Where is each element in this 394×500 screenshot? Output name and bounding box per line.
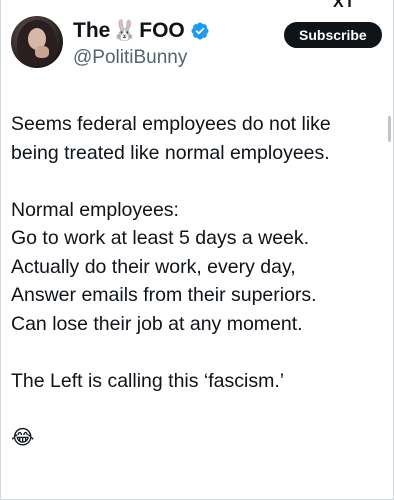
tweet-line: being treated like normal employees. [11,141,330,164]
tweet-line: Answer emails from their superiors. [11,284,317,306]
avatar[interactable] [11,16,63,68]
display-name-suffix: FOO [139,19,185,42]
tweet-line: The Left is calling this ‘fascism.’ [11,369,285,392]
author-names: The 🐰 FOO @PolitiBunny [73,19,210,69]
laughing-crying-emoji-icon: 😂 [11,426,35,449]
tweet-line: Can lose their job at any moment. [11,312,303,335]
bunny-emoji-icon: 🐰 [112,20,138,42]
avatar-hand [35,46,49,58]
scrollbar[interactable] [388,116,391,142]
tweet-text: Seems federal employees do not like bein… [11,110,387,452]
subscribe-button[interactable]: Subscribe [284,22,382,48]
tweet-header: The 🐰 FOO @PolitiBunny [11,16,210,69]
tweet-line: Actually do their work, every day, [11,255,296,278]
tweet-line: Go to work at least 5 days a week. [11,227,310,249]
display-name[interactable]: The 🐰 FOO [73,19,210,43]
author-handle[interactable]: @PolitiBunny [73,47,210,69]
display-name-prefix: The [73,19,111,42]
verified-badge-icon [191,22,209,40]
top-fragment-text: XT [333,0,356,11]
tweet-line: Normal employees: [11,198,179,221]
tweet-card: XT The 🐰 FOO @PolitiBunny Subscribe Seem… [0,0,394,500]
tweet-line: Seems federal employees do not like [11,113,331,135]
